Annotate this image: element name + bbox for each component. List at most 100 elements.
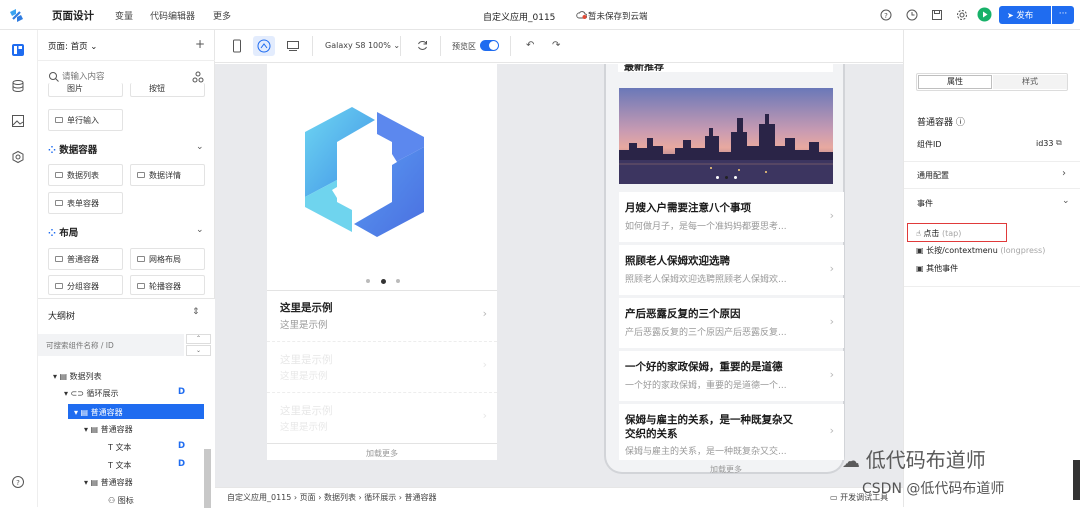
news-item[interactable]: 一个好的家政保姆，重要的是道德 一个好的家政保姆，重要的是道德一个... › bbox=[619, 351, 844, 401]
publish-button[interactable]: ➤ 发布 bbox=[999, 6, 1051, 24]
banner-image[interactable] bbox=[619, 88, 833, 184]
preview-toggle[interactable] bbox=[480, 40, 499, 51]
image-icon[interactable] bbox=[11, 114, 25, 128]
banner-dot[interactable] bbox=[716, 176, 719, 179]
divider bbox=[440, 36, 441, 56]
list-item-subtitle: 这里是示例 bbox=[280, 422, 328, 433]
breadcrumb-item[interactable]: 页面 bbox=[300, 493, 316, 502]
tab-style[interactable]: 样式 bbox=[993, 75, 1067, 89]
scroll-up-button[interactable]: ⌃ bbox=[186, 334, 211, 344]
help-icon[interactable]: ? bbox=[11, 475, 25, 489]
component-carousel-container[interactable]: 轮播容器 bbox=[130, 275, 205, 295]
list-item[interactable]: 这里是示例 这里是示例 › bbox=[267, 341, 497, 391]
mobile-device-icon[interactable] bbox=[231, 39, 243, 53]
info-icon[interactable]: ⓘ bbox=[956, 118, 965, 128]
component-button[interactable]: 按钮 bbox=[130, 83, 205, 97]
chevron-right-icon[interactable]: › bbox=[1062, 168, 1066, 179]
copy-icon[interactable]: ⧉ bbox=[1056, 138, 1062, 148]
component-grid-layout[interactable]: 网格布局 bbox=[130, 248, 205, 270]
tree-node-icon[interactable]: ⚇ 图标 bbox=[108, 495, 134, 506]
event-other[interactable]: ▣ 其他事件 bbox=[916, 263, 958, 274]
carousel-dot[interactable] bbox=[366, 279, 370, 283]
general-config-row[interactable]: 通用配置 bbox=[917, 170, 949, 181]
data-container-section[interactable]: ⁘ 数据容器 bbox=[48, 142, 97, 156]
nav-variables[interactable]: 变量 bbox=[115, 9, 133, 22]
layout-section[interactable]: ⁘ 布局 bbox=[48, 225, 78, 239]
tree-node-data-list[interactable]: ▾ ▤ 数据列表 bbox=[53, 371, 102, 382]
outline-scrollbar[interactable] bbox=[204, 449, 211, 508]
chevron-down-icon[interactable]: ⌄ bbox=[196, 142, 204, 152]
scroll-down-button[interactable]: ⌄ bbox=[186, 345, 211, 356]
nav-more[interactable]: 更多 bbox=[213, 9, 231, 22]
list-item[interactable]: 这里是示例 这里是示例 › bbox=[267, 392, 497, 442]
tree-node-container[interactable]: ▾ ▤ 普通容器 bbox=[84, 424, 133, 435]
tree-node-container[interactable]: ▾ ▤ 普通容器 bbox=[84, 477, 133, 488]
outline-title: 大纲树 bbox=[48, 312, 76, 322]
save-status: 暂未保存到云端 bbox=[576, 10, 648, 22]
history-clock-icon[interactable] bbox=[905, 8, 919, 22]
add-page-button[interactable]: + bbox=[195, 37, 205, 51]
banner-dot-active[interactable] bbox=[725, 176, 728, 179]
breadcrumb-item[interactable]: 普通容器 bbox=[405, 493, 437, 502]
component-data-detail[interactable]: 数据详情 bbox=[130, 164, 205, 186]
phone-preview-left[interactable]: 这里是示例 这里是示例 › 这里是示例 这里是示例 › 这里是示例 这里是示例 … bbox=[267, 64, 497, 460]
desktop-device-icon[interactable] bbox=[286, 40, 300, 52]
list-item[interactable]: 这里是示例 这里是示例 › bbox=[267, 290, 497, 340]
component-data-list[interactable]: 数据列表 bbox=[48, 164, 123, 186]
tree-node-container-selected[interactable]: ▾ ▤ 普通容器 bbox=[74, 407, 123, 418]
svg-text:?: ? bbox=[884, 12, 888, 20]
tree-node-text[interactable]: T 文本 bbox=[108, 460, 131, 471]
tree-node-label: 文本 bbox=[115, 461, 132, 470]
outline-search-input[interactable] bbox=[38, 334, 184, 356]
load-more-button[interactable]: 加载更多 bbox=[267, 443, 497, 460]
breadcrumb-item[interactable]: 循环展示 bbox=[364, 493, 396, 502]
component-normal-container[interactable]: 普通容器 bbox=[48, 248, 123, 270]
nav-code-editor[interactable]: 代码编辑器 bbox=[150, 9, 195, 22]
breadcrumb-item[interactable]: 数据列表 bbox=[324, 493, 356, 502]
tablet-device-button[interactable] bbox=[253, 36, 275, 56]
carousel-dot[interactable] bbox=[396, 279, 400, 283]
page-selector[interactable]: 页面: 首页 ⌄ bbox=[48, 40, 97, 52]
breadcrumb-item[interactable]: 自定义应用_0115 bbox=[227, 493, 291, 502]
chevron-down-icon: ⌄ bbox=[90, 42, 98, 52]
tree-node-loop[interactable]: ▾ ⊂⊃ 循环展示 bbox=[64, 388, 119, 399]
refresh-icon[interactable] bbox=[416, 39, 429, 52]
banner-dot[interactable] bbox=[734, 176, 737, 179]
svg-text:?: ? bbox=[16, 479, 20, 487]
pages-icon[interactable] bbox=[11, 43, 25, 57]
tree-node-label: 普通容器 bbox=[100, 425, 133, 434]
tab-properties[interactable]: 属性 bbox=[918, 75, 992, 89]
phone-preview-right[interactable]: 最新推荐 月嫂入户需要注意八个事项 如何做月子，是每一个准妈妈都要思考... ›… bbox=[604, 64, 845, 474]
component-group-container[interactable]: 分组容器 bbox=[48, 275, 123, 295]
event-tap[interactable]: ☝ 点击 (tap) bbox=[916, 228, 961, 239]
news-item[interactable]: 产后恶露反复的三个原因 产后恶露反复的三个原因产后恶露反复... › bbox=[619, 298, 844, 348]
component-form-container[interactable]: 表单容器 bbox=[48, 192, 123, 214]
help-circle-icon[interactable]: ? bbox=[879, 8, 893, 22]
save-disk-icon[interactable] bbox=[930, 8, 944, 22]
component-single-input[interactable]: 单行输入 bbox=[48, 109, 123, 131]
carousel-dot-active[interactable] bbox=[381, 279, 386, 284]
device-select[interactable]: Galaxy S8 100% ⌄ bbox=[325, 41, 400, 50]
settings-gear-icon[interactable] bbox=[955, 8, 969, 22]
expand-collapse-icon[interactable]: ⇕ bbox=[192, 307, 200, 317]
news-item[interactable]: 月嫂入户需要注意八个事项 如何做月子，是每一个准妈妈都要思考... › bbox=[619, 192, 844, 242]
undo-icon[interactable]: ↶ bbox=[526, 40, 534, 51]
publish-more-button[interactable]: ··· bbox=[1052, 6, 1074, 24]
divider bbox=[400, 36, 401, 56]
component-image[interactable]: 图片 bbox=[48, 83, 123, 97]
load-more-button[interactable]: 加载更多 bbox=[619, 464, 833, 474]
database-icon[interactable] bbox=[11, 79, 25, 93]
news-item[interactable]: 照顾老人保姆欢迎选聘 照顾老人保姆欢迎选聘照顾老人保姆欢... › bbox=[619, 245, 844, 295]
run-play-icon[interactable] bbox=[977, 7, 992, 22]
chevron-down-icon[interactable]: ⌄ bbox=[196, 225, 204, 235]
tablet-icon bbox=[257, 39, 271, 53]
monitor-icon: ▭ bbox=[830, 493, 841, 502]
news-item[interactable]: 保姆与雇主的关系，是一种既复杂又 交织的关系 保姆与雇主的关系，是一种既复杂又交… bbox=[619, 404, 844, 460]
redo-icon[interactable]: ↷ bbox=[552, 40, 560, 51]
chevron-down-icon[interactable]: ⌄ bbox=[1062, 196, 1070, 206]
right-edge-scrollbar[interactable] bbox=[1073, 460, 1080, 500]
settings-icon[interactable] bbox=[11, 150, 25, 164]
tree-node-text[interactable]: T 文本 bbox=[108, 442, 131, 453]
component-tree-icon[interactable] bbox=[192, 71, 204, 83]
event-longpress[interactable]: ▣ 长按/contextmenu (longpress) bbox=[916, 245, 1045, 256]
